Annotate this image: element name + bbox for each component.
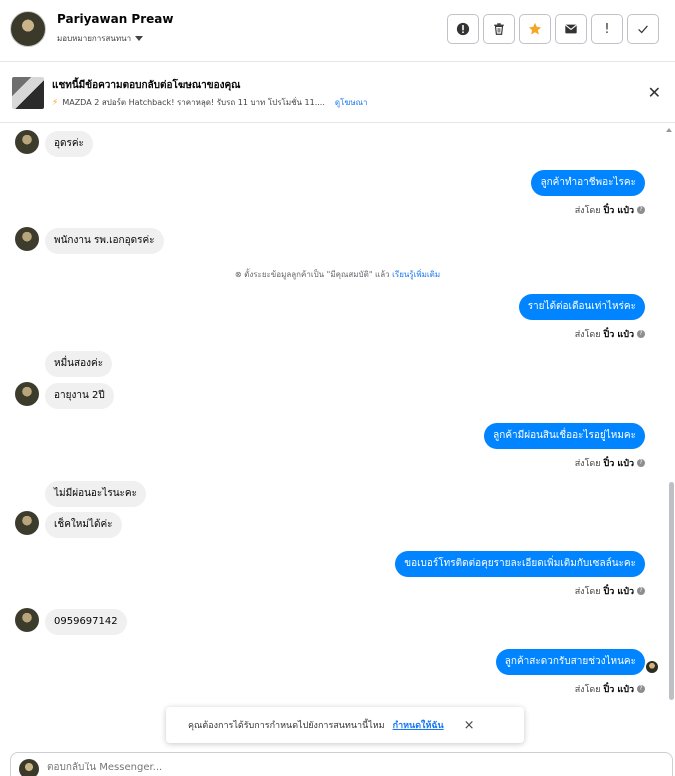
mark-unread-button[interactable] [555,14,587,44]
ad-reply-banner: แชทนี้มีข้อความตอบกลับต่อโฆษณาของคุณ ⚡ M… [0,63,675,123]
sent-by-label: ส่งโดย ปิ๋ว แป๋ว ? [575,682,645,696]
sent-prefix: ส่งโดย [574,330,601,340]
outgoing-message[interactable]: รายได้ต่อเดือนเท่าไหร่คะ [518,294,645,320]
learn-more-link[interactable]: เรียนรู้เพิ่มเติม [392,270,440,279]
close-icon[interactable]: × [464,718,475,733]
spam-button[interactable] [447,14,479,44]
reply-input[interactable] [47,762,447,773]
incoming-message[interactable]: ไม่มีผ่อนอะไรนะคะ [45,481,146,507]
assign-to-me-link[interactable]: กำหนดให้ฉัน [393,718,444,732]
ad-banner-subtitle: ⚡ MAZDA 2 สปอร์ต Hatchback! ราคาหลุด! รั… [52,96,368,109]
seen-avatar [646,661,658,673]
scrollbar-thumb[interactable] [669,482,674,700]
qualified-icon: ⊗ [234,270,242,279]
star-icon [528,22,542,35]
alert-button[interactable]: ! [591,14,623,44]
help-icon[interactable]: ? [637,459,645,467]
outgoing-message[interactable]: ขอเบอร์โทรติดต่อคุยรายละเอียดเพิ่มเติมกั… [395,551,645,577]
mark-done-button[interactable] [627,14,659,44]
delete-button[interactable] [483,14,515,44]
lightning-icon: ⚡ [52,97,59,108]
sender-name: ปิ๋ว แป๋ว [603,330,634,340]
star-button[interactable] [519,14,551,44]
trash-icon [494,23,504,35]
check-icon [638,25,648,34]
page-avatar [19,759,39,776]
caret-down-icon [135,36,144,41]
ad-banner-title: แชทนี้มีข้อความตอบกลับต่อโฆษณาของคุณ [52,80,241,91]
contact-avatar-small [15,608,39,632]
sent-prefix: ส่งโดย [574,587,601,597]
incoming-message[interactable]: อุดรค่ะ [45,131,93,157]
ad-description: MAZDA 2 สปอร์ต Hatchback! ราคาหลุด! รับร… [62,98,325,107]
incoming-message[interactable]: เช็คใหม่ได้ค่ะ [45,512,122,538]
sent-prefix: ส่งโดย [574,685,601,695]
outgoing-message[interactable]: ลูกค้าทำอาชีพอะไรคะ [531,170,645,196]
contact-avatar[interactable] [10,11,46,47]
help-icon[interactable]: ? [637,587,645,595]
reply-composer [10,752,673,776]
conversation-header: Pariyawan Preaw มอบหมายการสนทนา ! [0,0,675,62]
contact-avatar-small [15,382,39,406]
contact-avatar-small [15,227,39,251]
incoming-message[interactable]: อายุงาน 2ปี [45,383,114,409]
help-icon[interactable]: ? [637,330,645,338]
sent-by-label: ส่งโดย ปิ๋ว แป๋ว ? [575,584,645,598]
assign-conversation-dropdown[interactable]: มอบหมายการสนทนา [57,32,144,45]
sent-prefix: ส่งโดย [574,459,601,469]
exclamation-circle-icon [456,22,470,36]
sent-by-label: ส่งโดย ปิ๋ว แป๋ว ? [575,327,645,341]
system-note: ⊗ ตั้งระยะข้อมูลลูกค้าเป็น "มีคุณสมบัติ"… [0,268,675,281]
exclamation-icon: ! [604,21,610,37]
incoming-message[interactable]: 0959697142 [45,609,127,635]
sent-by-label: ส่งโดย ปิ๋ว แป๋ว ? [575,456,645,470]
close-icon[interactable]: ✕ [648,85,661,101]
message-thread[interactable]: อุดรค่ะ ลูกค้าทำอาชีพอะไรคะ ส่งโดย ปิ๋ว … [0,124,675,744]
assign-label: มอบหมายการสนทนา [57,34,132,43]
sender-name: ปิ๋ว แป๋ว [603,459,634,469]
toast-text: คุณต้องการได้รับการกำหนดไปยังการสนทนานี้… [188,721,385,731]
incoming-message[interactable]: หมื่นสองค่ะ [45,351,113,377]
header-actions: ! [447,14,659,44]
sender-name: ปิ๋ว แป๋ว [603,206,634,216]
sent-prefix: ส่งโดย [574,206,601,216]
outgoing-message[interactable]: ลูกค้ามีผ่อนสินเชื่ออะไรอยู่ไหมคะ [484,423,645,449]
ad-thumbnail [12,77,44,109]
help-icon[interactable]: ? [637,206,645,214]
assign-prompt-toast: คุณต้องการได้รับการกำหนดไปยังการสนทนานี้… [166,707,524,743]
sender-name: ปิ๋ว แป๋ว [603,685,634,695]
incoming-message[interactable]: พนักงาน รพ.เอกอุดรค่ะ [45,228,164,254]
contact-name[interactable]: Pariyawan Preaw [57,12,173,26]
outgoing-message[interactable]: ลูกค้าสะดวกรับสายช่วงไหนคะ [495,649,645,675]
help-icon[interactable]: ? [637,685,645,693]
contact-avatar-small [15,130,39,154]
sender-name: ปิ๋ว แป๋ว [603,587,634,597]
view-ad-link[interactable]: ดูโฆษณา [335,96,368,109]
scroll-up-arrow-icon[interactable] [666,128,672,132]
sent-by-label: ส่งโดย ปิ๋ว แป๋ว ? [575,203,645,217]
envelope-icon [565,24,577,34]
contact-avatar-small [15,511,39,535]
system-note-text: ตั้งระยะข้อมูลลูกค้าเป็น "มีคุณสมบัติ" แ… [244,270,390,279]
